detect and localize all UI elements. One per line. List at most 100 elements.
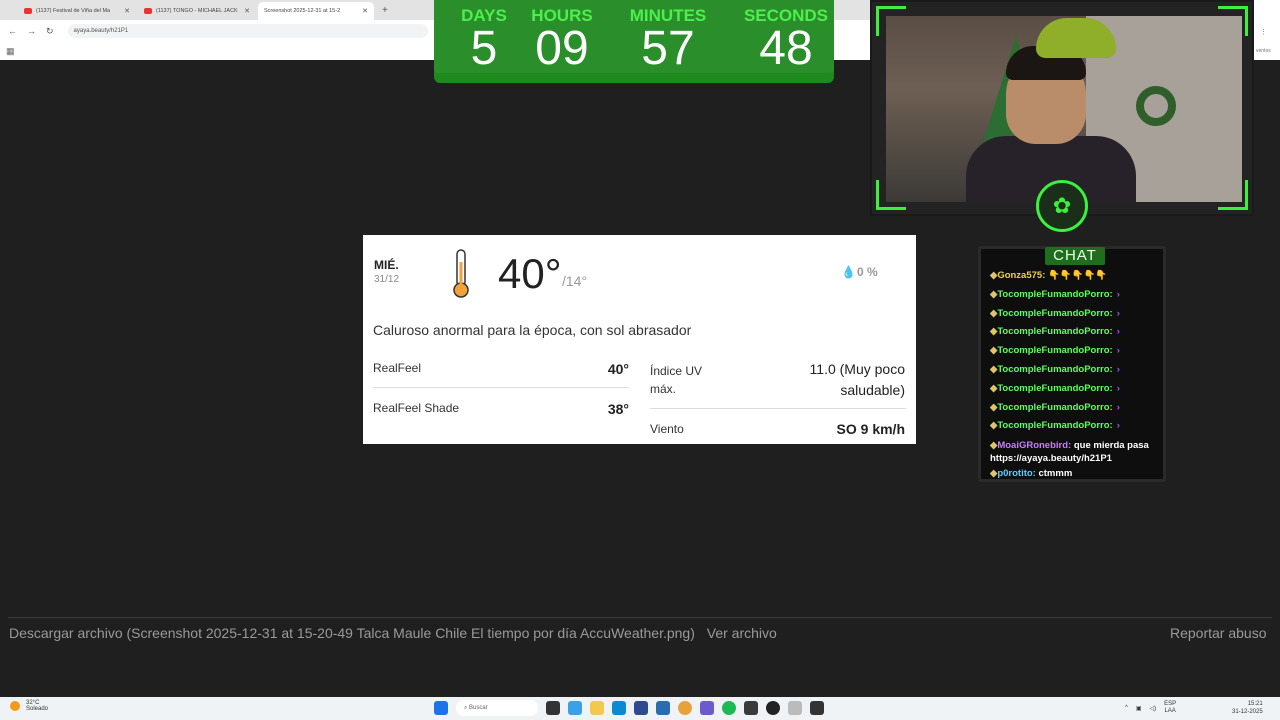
countdown-value: 09 (535, 22, 589, 75)
search-placeholder: Buscar (469, 705, 488, 711)
download-link[interactable]: Descargar archivo (Screenshot 2025-12-31… (9, 625, 695, 641)
taskbar-search[interactable]: ⌕ Buscar (456, 700, 538, 716)
realfeel-label: RealFeel (373, 361, 422, 375)
countdown-hours: HOURS 09 (512, 6, 612, 75)
chat-overlay: CHAT ◆Gonza575: 👇👇👇👇👇 ◆TocompleFumandoPor… (978, 246, 1166, 482)
countdown-seconds: SECONDS 48 (736, 6, 836, 73)
lang-sub: LAA (1164, 708, 1176, 714)
chat-username: Gonza575: (997, 270, 1046, 281)
chat-message: ◆TocompleFumandoPorro: › (990, 380, 1162, 399)
countdown-minutes: MINUTES 57 (618, 6, 718, 73)
chat-message: ◆TocompleFumandoPorro: › (990, 399, 1162, 418)
lang-code: ESP (1164, 701, 1177, 707)
countdown-overlay: DAYS 5 HOURS 09 MINUTES 57 SECONDS 48 (434, 0, 834, 83)
apps-icon[interactable]: ▦ (6, 46, 15, 56)
chat-username: TocompleFumandoPorro: (997, 382, 1113, 394)
chat-username: p0rotito: (997, 468, 1036, 480)
menu-icon[interactable]: ⋮ (1260, 28, 1267, 36)
youtube-icon (144, 8, 152, 14)
bookmarks-label: ventos (1256, 48, 1271, 54)
arrow-icon: › (1116, 307, 1120, 319)
file-explorer-icon[interactable] (590, 701, 604, 715)
webcam-overlay: ✿ (870, 0, 1254, 232)
frame-corner (876, 180, 906, 210)
divider (650, 408, 906, 409)
view-file-link[interactable]: Ver archivo (707, 625, 777, 641)
url-text: ayaya.beauty/h21P1 (73, 28, 129, 34)
taskbar-clock[interactable]: 15:21 31-12-2025 (1232, 700, 1263, 716)
chat-text: 👇👇👇👇👇 (1045, 270, 1108, 281)
chat-message: ◆p0rotito: ctmmm (990, 465, 1162, 484)
chat-username: TocompleFumandoPorro: (997, 420, 1113, 432)
app-icon[interactable] (568, 701, 582, 715)
spotify-icon[interactable] (722, 701, 736, 715)
chevron-up-icon[interactable]: ^ (1125, 705, 1128, 711)
realfeel-shade-value: 38° (607, 401, 629, 417)
new-tab-button[interactable]: + (382, 2, 388, 20)
app-icon[interactable] (656, 701, 670, 715)
system-tray: ^ ▣ ◁) ESP LAA (1125, 701, 1192, 715)
close-icon[interactable]: ✕ (362, 7, 368, 15)
wreath (1136, 86, 1176, 126)
realfeel-shade-label: RealFeel Shade (373, 401, 460, 415)
discord-icon[interactable] (700, 701, 714, 715)
frame-corner (1218, 180, 1248, 210)
arrow-icon: › (1116, 363, 1120, 375)
plush-hat (1036, 18, 1116, 58)
browser-tab-active[interactable]: Screenshot 2025-12-31 at 15-2 ✕ (258, 2, 374, 20)
weather-card: MIÉ. 31/12 40° /14° 💧 0 % Caluroso anorm… (363, 235, 916, 444)
divider (373, 387, 629, 388)
reload-icon[interactable]: ↻ (46, 26, 54, 37)
realfeel-value: 40° (607, 361, 629, 377)
browser-tab[interactable]: (1137) TONGO - MICHAEL JACK ✕ (138, 2, 256, 20)
download-bar: Descargar archivo (Screenshot 2025-12-31… (9, 625, 777, 641)
arrow-icon: › (1116, 382, 1120, 394)
edge-icon[interactable] (612, 701, 626, 715)
uv-value: 11.0 (Muy poco saludable) (809, 361, 905, 398)
chat-message: ◆MoaiGRonebird: que mierda pasa https://… (990, 439, 1162, 465)
chat-username: TocompleFumandoPorro: (997, 401, 1113, 413)
tab-label: (1137) TONGO - MICHAEL JACK (156, 8, 238, 14)
chat-message: ◆TocompleFumandoPorro: › (990, 323, 1162, 342)
tab-label: (1137) Festival de Viña del Ma (36, 8, 111, 14)
weather-precip: 0 % (857, 265, 878, 279)
arrow-icon: › (1116, 345, 1120, 357)
chrome-icon[interactable] (678, 701, 692, 715)
wind-value: SO 9 km/h (836, 421, 905, 437)
frame-corner (876, 6, 906, 36)
task-view-icon[interactable] (546, 701, 560, 715)
chat-text: ctmmm (1035, 468, 1073, 480)
frame-corner (1218, 6, 1248, 36)
arrow-icon: › (1116, 288, 1120, 300)
browser-tab[interactable]: (1137) Festival de Viña del Ma ✕ (18, 2, 136, 20)
chat-username: TocompleFumandoPorro: (997, 363, 1113, 375)
obs-icon[interactable] (766, 701, 780, 715)
volume-icon[interactable]: ◁) (1150, 705, 1157, 712)
wind-label: Viento (650, 422, 684, 436)
arrow-icon: › (1116, 401, 1120, 413)
divider (8, 617, 1272, 618)
channel-logo-icon: ✿ (1036, 180, 1088, 232)
address-bar[interactable]: ayaya.beauty/h21P1 (67, 24, 428, 38)
taskbar-weather-text: Soleado (26, 706, 49, 712)
app-icon[interactable] (810, 701, 824, 715)
chat-username: TocompleFumandoPorro: (997, 288, 1113, 300)
start-icon[interactable] (434, 701, 448, 715)
network-icon[interactable]: ▣ (1136, 705, 1142, 712)
report-abuse-link[interactable]: Reportar abuso (1170, 625, 1267, 641)
arrow-icon: › (1116, 326, 1120, 338)
taskbar-weather[interactable]: 32°C Soleado (10, 700, 48, 712)
arrow-icon: › (1116, 420, 1120, 432)
app-icon[interactable] (634, 701, 648, 715)
forward-icon[interactable]: → (27, 26, 36, 36)
weather-day: MIÉ. (374, 258, 399, 272)
app-icon[interactable] (788, 701, 802, 715)
terminal-icon[interactable] (744, 701, 758, 715)
back-icon[interactable]: ← (8, 26, 17, 36)
language-indicator[interactable]: ESP LAA (1164, 701, 1184, 715)
chat-message: ◆TocompleFumandoPorro: › (990, 361, 1162, 380)
weather-description: Caluroso anormal para la época, con sol … (373, 322, 692, 338)
close-icon[interactable]: ✕ (124, 7, 130, 15)
close-icon[interactable]: ✕ (244, 7, 250, 15)
chat-message: ◆Gonza575: 👇👇👇👇👇 (990, 267, 1162, 286)
